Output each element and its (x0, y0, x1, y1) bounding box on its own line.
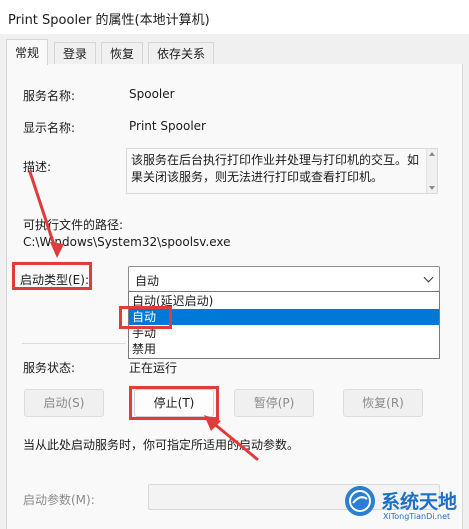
arrow-to-startup-label (28, 170, 59, 256)
arrowhead-startup (50, 242, 64, 258)
watermark-logo-icon (345, 486, 375, 516)
tab-general[interactable]: 常规 (6, 39, 49, 65)
globe-icon (349, 490, 371, 512)
watermark-url: XiTongTianDi.net (383, 512, 451, 521)
watermark-title: 系统天地 (381, 491, 458, 513)
annotation-arrows (28, 170, 259, 461)
